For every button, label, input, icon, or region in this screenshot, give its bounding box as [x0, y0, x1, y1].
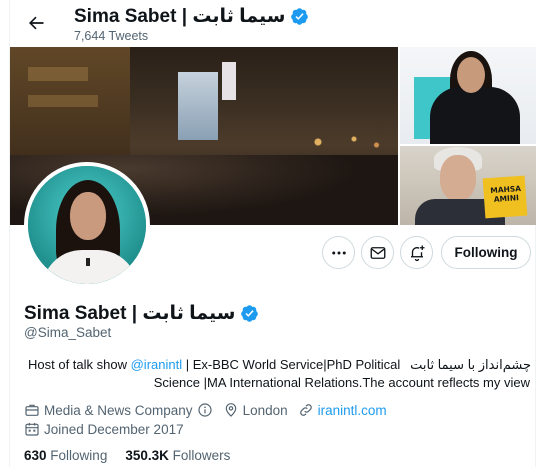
category-item: Media & News Company [24, 402, 213, 418]
website-link[interactable]: iranintl.com [318, 403, 387, 418]
tweet-count: 7,644 Tweets [74, 29, 149, 43]
more-icon [331, 251, 346, 254]
profile-meta: Media & News Company London iranintl.com [24, 402, 397, 418]
following-stat[interactable]: 630 Following [24, 448, 107, 463]
banner-guest-head [440, 155, 476, 201]
back-button[interactable] [24, 11, 48, 35]
following-label: Following [50, 448, 108, 463]
avatar-mic [86, 258, 90, 266]
banner-window [28, 95, 98, 107]
header-title: Sima Sabet | سیما ثابت [74, 5, 309, 28]
notifications-button[interactable] [400, 236, 433, 269]
calendar-icon [25, 423, 39, 436]
location-item: London [223, 402, 288, 418]
location-text: London [242, 402, 288, 418]
verified-badge-icon [290, 7, 309, 26]
message-button[interactable] [361, 236, 394, 269]
banner-anchor-head [457, 57, 485, 93]
website-item: iranintl.com [298, 402, 387, 418]
more-button[interactable] [322, 236, 355, 269]
joined-text: Joined December 2017 [44, 421, 184, 437]
avatar-face [70, 192, 106, 240]
info-icon[interactable] [197, 402, 213, 418]
briefcase-icon [25, 404, 39, 416]
banner-poster-text: MAHSA AMINI [490, 183, 522, 204]
profile-name: Sima Sabet | سیما ثابت [24, 302, 259, 325]
followers-label: Followers [172, 448, 231, 463]
header-name-text: Sima Sabet | سیما ثابت [74, 6, 286, 27]
followers-count: 350.3K [125, 448, 169, 463]
following-count: 630 [24, 448, 47, 463]
banner-building [10, 47, 130, 167]
banner-billboard [178, 72, 218, 140]
banner-anchor-body [430, 87, 520, 144]
bio-text: Host of talk show [28, 357, 131, 372]
bio-text: | Ex-BBC World Service|PhD Political [182, 357, 401, 372]
follow-stats: 630 Following 350.3K Followers [24, 448, 230, 463]
location-pin-icon [225, 403, 236, 417]
profile-handle: @Sima_Sabet [24, 325, 112, 340]
banner-sign [222, 62, 236, 100]
profile-header: Sima Sabet | سیما ثابت 7,644 Tweets [10, 0, 536, 47]
avatar[interactable] [24, 162, 150, 288]
arrow-left-icon [29, 16, 44, 30]
bio-line-2: Science |MA International Relations.The … [153, 375, 530, 390]
envelope-icon [370, 246, 385, 259]
category-text: Media & News Company [44, 402, 193, 418]
verified-badge-icon [240, 304, 259, 323]
bell-plus-icon [410, 245, 424, 261]
banner-window [28, 67, 88, 81]
link-icon [299, 404, 312, 416]
joined-row: Joined December 2017 [24, 421, 194, 437]
joined-item: Joined December 2017 [24, 421, 184, 437]
bio-mention-link[interactable]: @iranintl [131, 357, 183, 372]
profile-name-text: Sima Sabet | سیما ثابت [24, 303, 236, 324]
banner-lights [300, 127, 390, 157]
bio-line-1: Host of talk show @iranintl | Ex-BBC Wor… [28, 356, 533, 374]
bio-farsi-text: چشم‌انداز با سیما ثابت [410, 357, 531, 372]
following-button[interactable]: Following [441, 236, 531, 269]
followers-stat[interactable]: 350.3K Followers [125, 448, 230, 463]
